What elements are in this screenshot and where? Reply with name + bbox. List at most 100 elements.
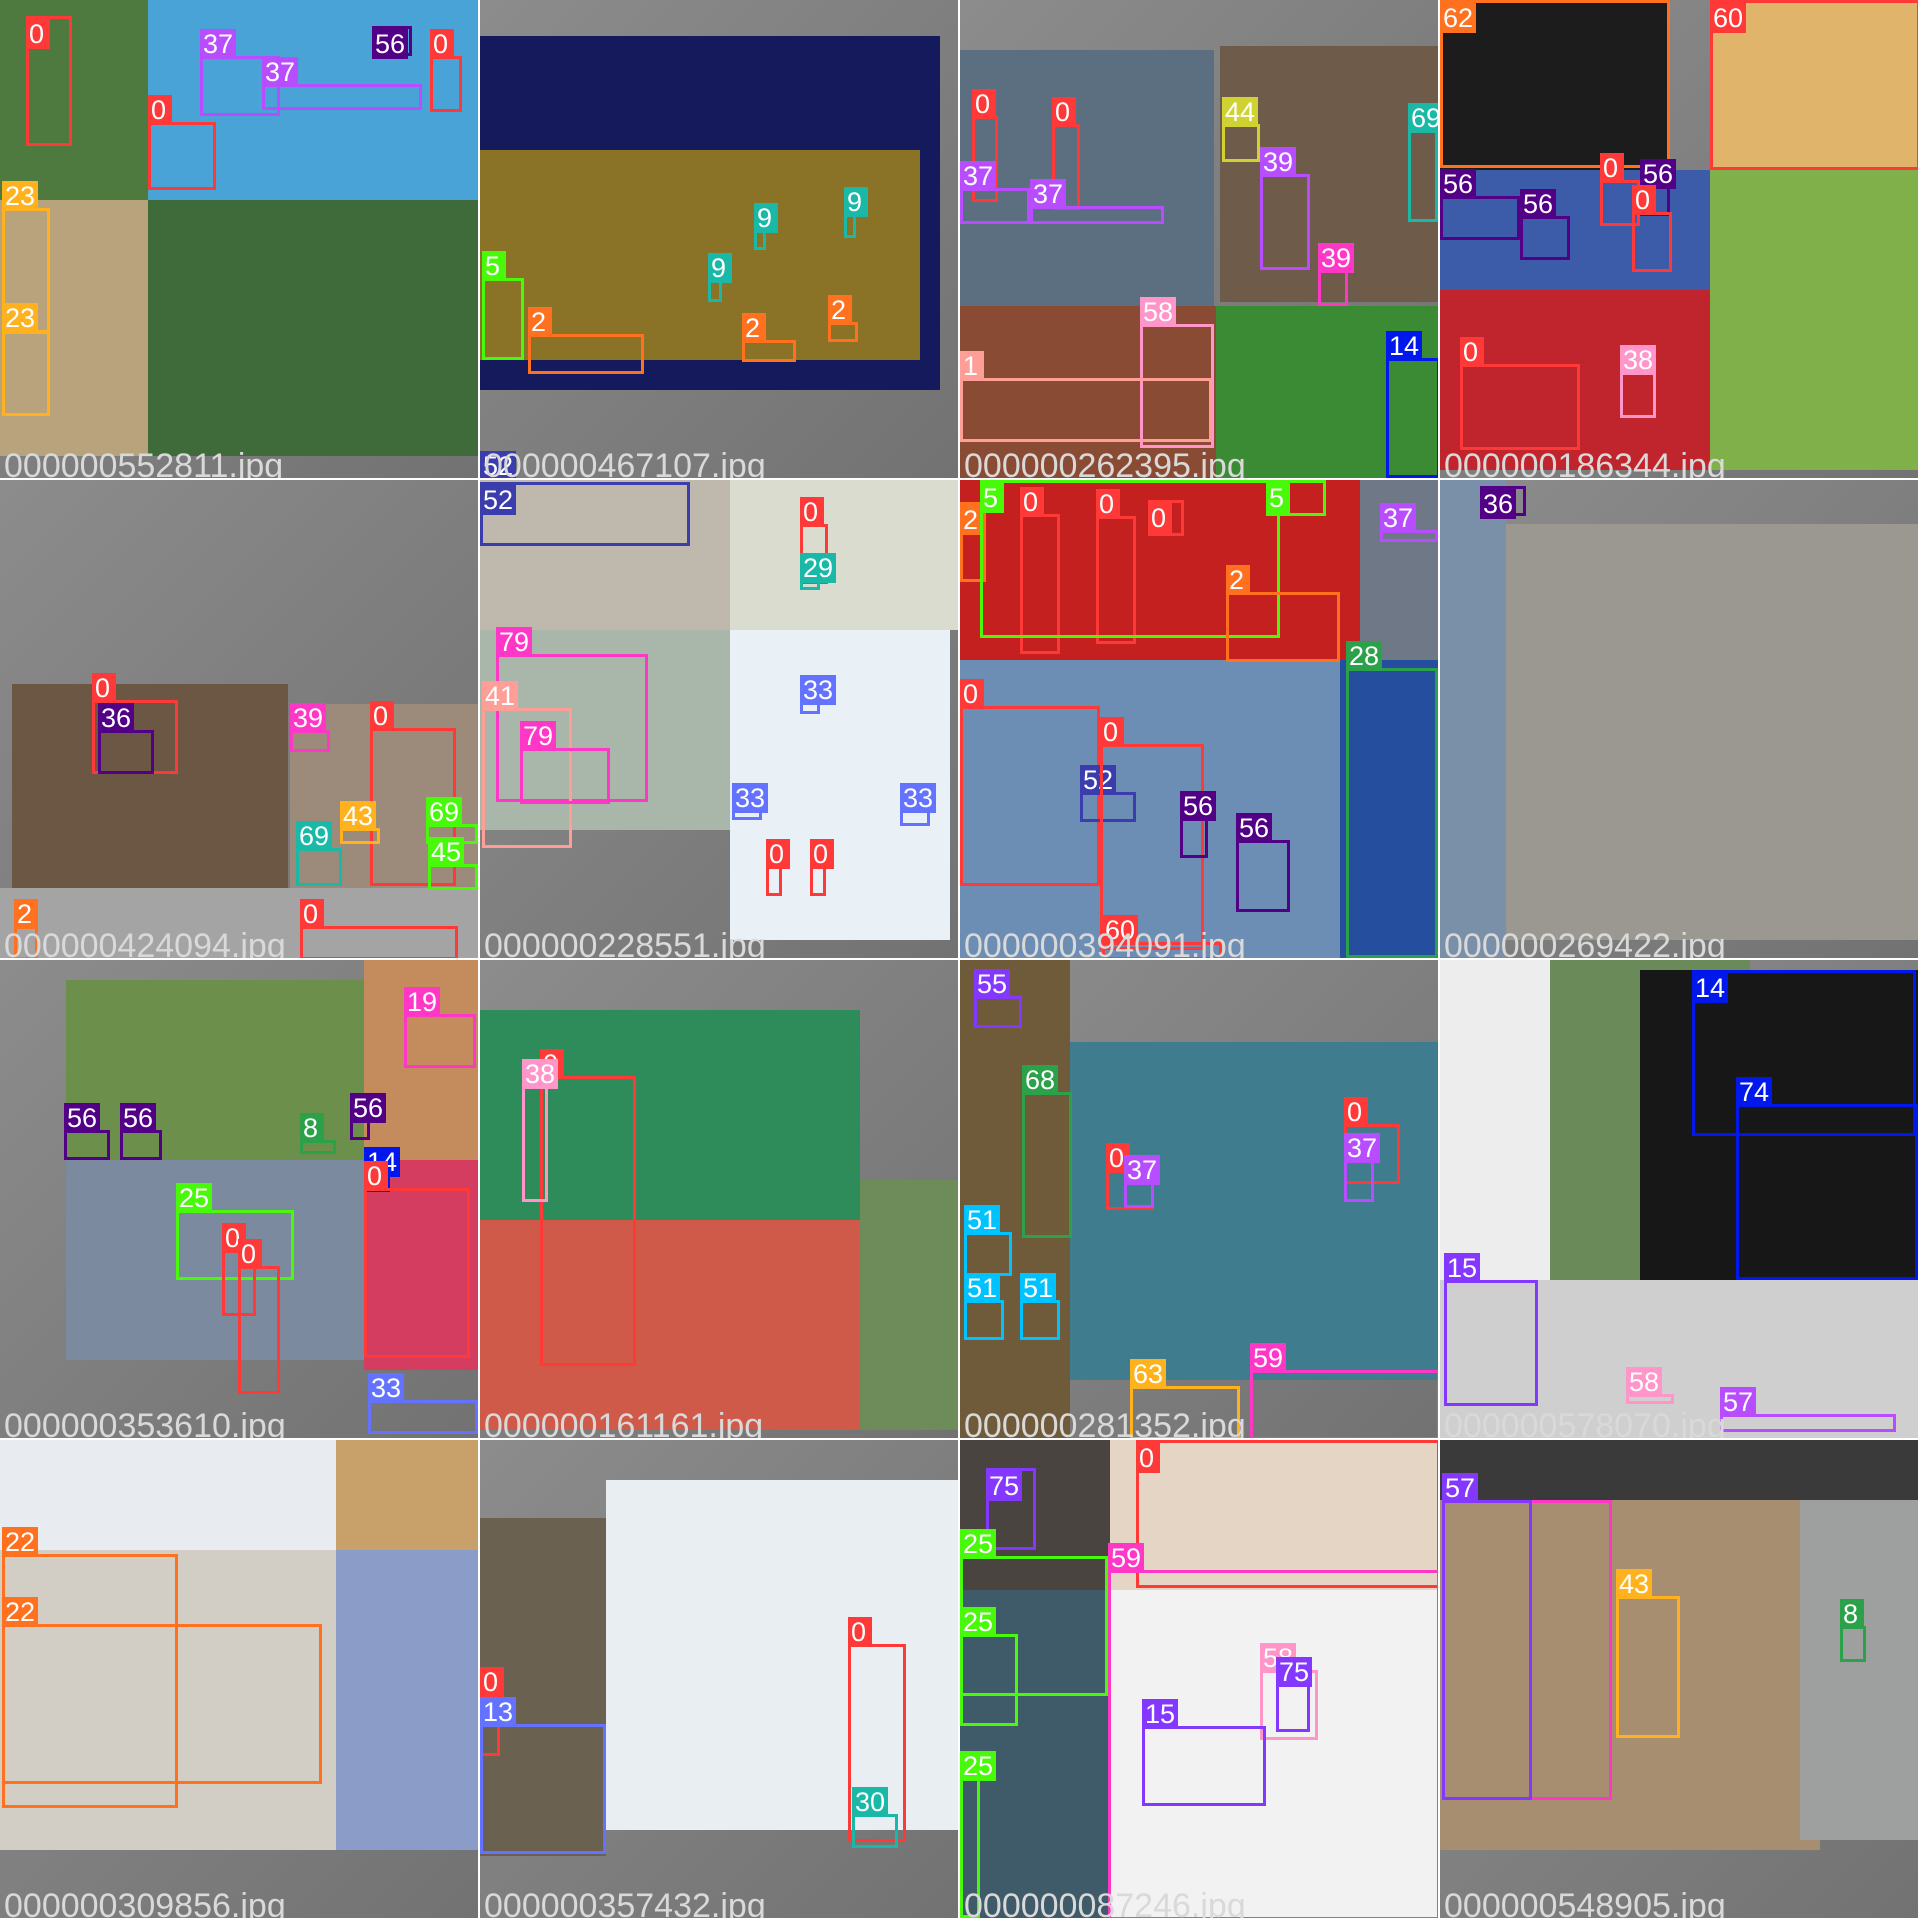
class-label: 0 bbox=[1632, 185, 1656, 215]
detection-box: 52 bbox=[480, 482, 690, 546]
class-label: 56 bbox=[1440, 169, 1477, 199]
class-label: 33 bbox=[900, 783, 937, 813]
class-label: 56 bbox=[1180, 791, 1217, 821]
detection-box: 62 bbox=[1440, 0, 1670, 168]
class-label: 0 bbox=[1460, 337, 1484, 367]
detection-box: 56 bbox=[372, 26, 412, 59]
detection-box: 51 bbox=[964, 1205, 1012, 1276]
class-label: 60 bbox=[1710, 3, 1747, 33]
detection-box: 56 bbox=[1440, 169, 1520, 240]
class-label: 1 bbox=[960, 351, 984, 381]
class-label: 56 bbox=[64, 1103, 101, 1133]
class-label: 9 bbox=[754, 203, 778, 233]
class-label: 39 bbox=[1318, 243, 1355, 273]
detection-box: 1 bbox=[960, 351, 1212, 442]
detection-box: 9 bbox=[708, 253, 732, 302]
detection-box: 38 bbox=[522, 1059, 559, 1202]
class-label: 75 bbox=[986, 1471, 1023, 1501]
detection-box: 45 bbox=[428, 837, 478, 890]
class-label: 9 bbox=[844, 187, 868, 217]
detection-box: 56 bbox=[350, 1093, 387, 1140]
class-label: 25 bbox=[960, 1529, 997, 1559]
class-label: 36 bbox=[98, 703, 135, 733]
class-label: 25 bbox=[960, 1607, 997, 1637]
photo-fragment bbox=[480, 1220, 860, 1430]
detection-box: 0 bbox=[1136, 1440, 1440, 1588]
detection-box: 9 bbox=[754, 203, 778, 250]
detection-box: 33 bbox=[900, 783, 937, 826]
detection-box: 0 bbox=[430, 29, 462, 112]
detection-box: 5 bbox=[1266, 480, 1326, 516]
class-label: 23 bbox=[2, 181, 39, 211]
detection-box: 56 bbox=[1520, 189, 1570, 260]
detection-box: 15 bbox=[1142, 1699, 1266, 1806]
detection-box: 37 bbox=[960, 161, 1030, 224]
detection-box: 38 bbox=[1620, 345, 1657, 418]
class-label: 45 bbox=[428, 837, 465, 867]
class-label: 2 bbox=[1226, 565, 1250, 595]
class-label: 37 bbox=[960, 161, 997, 191]
class-label: 22 bbox=[2, 1597, 39, 1627]
class-label: 0 bbox=[810, 839, 834, 869]
mosaic-tile: 52 0 29 79 41 79 33 33 33 0 0 000000228551.jpg bbox=[480, 480, 960, 960]
class-label: 36 bbox=[1480, 489, 1517, 519]
detection-box: 74 bbox=[1736, 1077, 1918, 1280]
photo-fragment bbox=[1440, 1440, 1920, 1500]
class-label: 59 bbox=[1250, 1343, 1287, 1373]
class-label: 69 bbox=[296, 821, 333, 851]
class-label: 19 bbox=[404, 987, 441, 1017]
class-label: 56 bbox=[372, 29, 409, 59]
class-label: 0 bbox=[960, 679, 984, 709]
detection-box: 51 bbox=[1020, 1273, 1060, 1340]
class-label: 58 bbox=[1626, 1367, 1663, 1397]
class-label: 14 bbox=[1386, 331, 1423, 361]
detection-box: 69 bbox=[296, 821, 342, 886]
detection-box: 14 bbox=[1386, 331, 1440, 478]
mosaic-tile: 2 0 0 5 0 5 37 2 28 0 52 0 56 56 60 000000394091.jpg bbox=[960, 480, 1440, 960]
detection-box: 0 bbox=[960, 679, 1100, 886]
mosaic-tile: 038000000161161.jpg bbox=[480, 960, 960, 1440]
detection-box: 2 bbox=[528, 307, 644, 374]
mosaic-tile: 55 68 0 37 0 37 51 51 51 63 59 000000281352.jpg bbox=[960, 960, 1440, 1440]
class-label: 2 bbox=[14, 899, 38, 929]
detection-box: 25 bbox=[960, 1751, 997, 1918]
detection-box: 44 bbox=[1222, 97, 1260, 162]
class-label: 13 bbox=[480, 1697, 517, 1727]
detection-box: 37 bbox=[262, 57, 422, 110]
photo-fragment bbox=[1800, 1500, 1920, 1840]
class-label: 69 bbox=[1408, 103, 1440, 133]
mosaic-tile: 5757438000000548905.jpg bbox=[1440, 1440, 1920, 1920]
class-label: 0 bbox=[800, 497, 824, 527]
class-label: 0 bbox=[26, 19, 50, 49]
detection-box: 2 bbox=[1226, 565, 1340, 662]
class-label: 15 bbox=[1444, 1253, 1481, 1283]
class-label: 37 bbox=[1380, 503, 1417, 533]
detection-box: 39 bbox=[1318, 243, 1355, 306]
class-label: 5 bbox=[482, 251, 506, 281]
class-label: 58 bbox=[1140, 297, 1177, 327]
class-label: 63 bbox=[1130, 1359, 1167, 1389]
detection-box: 37 bbox=[1380, 503, 1438, 542]
detection-box: 0 bbox=[1148, 500, 1184, 536]
class-label: 29 bbox=[800, 553, 837, 583]
photo-fragment bbox=[606, 1480, 960, 1830]
detection-box: 39 bbox=[290, 703, 330, 752]
class-label: 57 bbox=[1442, 1473, 1479, 1503]
detection-box: 8 bbox=[1840, 1599, 1866, 1662]
class-label: 62 bbox=[1440, 3, 1477, 33]
detection-box: 43 bbox=[340, 801, 380, 844]
class-label: 79 bbox=[496, 627, 533, 657]
class-label: 37 bbox=[1344, 1133, 1381, 1163]
class-label: 0 bbox=[972, 89, 996, 119]
detection-box: 19 bbox=[404, 987, 476, 1068]
mosaic-tile: 14 74 15 58 57 000000578070.jpg bbox=[1440, 960, 1920, 1440]
class-label: 43 bbox=[340, 801, 377, 831]
detection-box: 56 bbox=[1236, 813, 1290, 912]
photo-fragment bbox=[1070, 1042, 1440, 1380]
class-label: 79 bbox=[520, 721, 557, 751]
detection-box: 25 bbox=[960, 1607, 1018, 1726]
class-label: 0 bbox=[1052, 97, 1076, 127]
detection-box: 63 bbox=[1130, 1359, 1240, 1440]
class-label: 39 bbox=[290, 703, 327, 733]
photo-fragment bbox=[148, 200, 480, 456]
